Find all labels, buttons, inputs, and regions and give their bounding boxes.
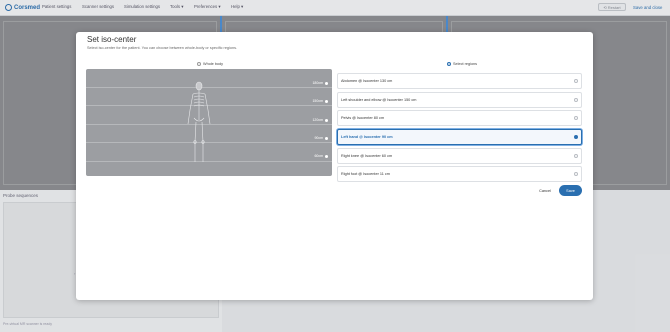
marker-dot-icon	[325, 154, 328, 158]
radio-icon	[574, 79, 578, 83]
height-marker[interactable]: 180cm	[312, 81, 328, 85]
radio-whole-body[interactable]: Whole body	[197, 62, 223, 66]
marker-dot-icon	[325, 81, 328, 85]
height-marker-label: 60cm	[314, 154, 323, 158]
region-option[interactable]: Right foot @ Isocenter 11 cm	[337, 166, 582, 182]
height-marker-label: 150cm	[312, 99, 323, 103]
marker-dot-icon	[325, 99, 328, 103]
radio-select-regions-label: Select regions	[453, 62, 478, 66]
marker-dot-icon	[325, 136, 328, 140]
region-label: Right knee @ Isocenter 60 cm	[341, 154, 393, 158]
height-marker-label: 120cm	[312, 118, 323, 122]
radio-selected-icon	[447, 62, 451, 66]
radio-select-regions[interactable]: Select regions	[447, 62, 477, 66]
region-option[interactable]: Right knee @ Isocenter 60 cm	[337, 148, 582, 164]
body-xray-figure	[187, 81, 211, 162]
height-marker[interactable]: 90cm	[314, 136, 328, 140]
body-scan-view[interactable]: 180cm 150cm 120cm 90cm 60cm	[86, 69, 332, 176]
region-label: Pelvis @ Isocenter 80 cm	[341, 116, 385, 120]
region-label: Left shoulder and elbow @ Isocenter 150 …	[341, 98, 417, 102]
region-label: Abdomen @ Isocenter 130 cm	[341, 79, 393, 83]
marker-dot-icon	[325, 118, 328, 122]
height-marker[interactable]: 120cm	[312, 118, 328, 122]
region-option-selected[interactable]: Left hand @ Isocenter 90 cm	[337, 129, 582, 145]
height-marker-label: 180cm	[312, 81, 323, 85]
radio-whole-body-label: Whole body	[203, 62, 224, 66]
region-option[interactable]: Pelvis @ Isocenter 80 cm	[337, 110, 582, 126]
modal-title: Set iso-center	[87, 35, 137, 44]
height-marker-label: 90cm	[314, 136, 323, 140]
height-marker[interactable]: 150cm	[312, 99, 328, 103]
region-label: Left hand @ Isocenter 90 cm	[341, 135, 393, 139]
height-marker[interactable]: 60cm	[314, 154, 328, 158]
region-option[interactable]: Abdomen @ Isocenter 130 cm	[337, 73, 582, 89]
radio-icon	[574, 116, 578, 120]
radio-selected-icon	[574, 135, 578, 139]
radio-icon	[574, 172, 578, 176]
modal-description: Select iso-center for the patient. You c…	[87, 46, 238, 50]
radio-icon	[574, 98, 578, 102]
region-option[interactable]: Left shoulder and elbow @ Isocenter 150 …	[337, 92, 582, 108]
set-isocenter-modal: Set iso-center Select iso-center for the…	[76, 32, 593, 300]
region-label: Right foot @ Isocenter 11 cm	[341, 172, 390, 176]
radio-icon	[197, 62, 201, 66]
radio-icon	[574, 154, 578, 158]
save-button[interactable]: Save	[559, 185, 582, 196]
cancel-button[interactable]: Cancel	[535, 186, 555, 195]
